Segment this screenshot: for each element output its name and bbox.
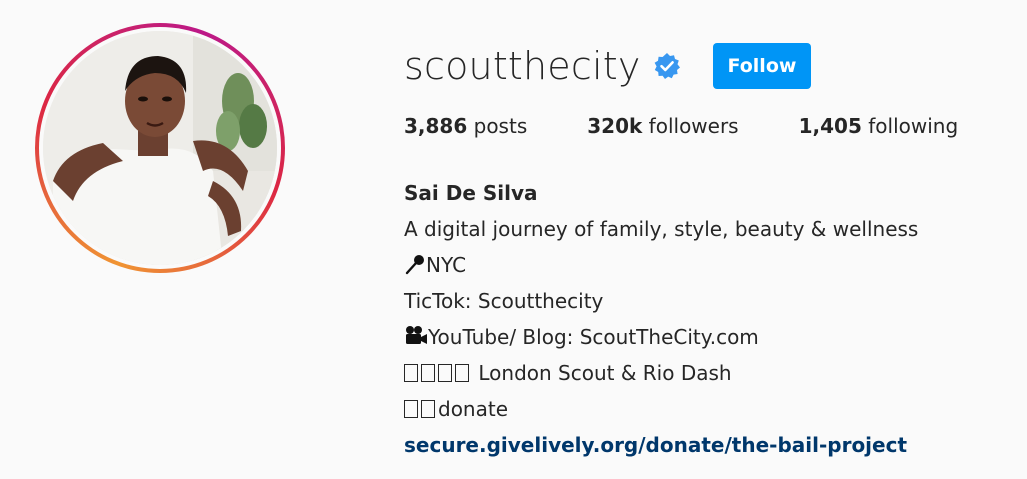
posts-count: 3,886 <box>404 114 468 138</box>
username-row: scoutthecity Follow <box>404 38 812 94</box>
username: scoutthecity <box>404 44 641 88</box>
full-name: Sai De Silva <box>404 181 538 205</box>
following-stat[interactable]: 1,405 following <box>799 114 959 138</box>
bio-link[interactable]: secure.givelively.org/donate/the-bail-pr… <box>404 433 907 457</box>
follow-button[interactable]: Follow <box>712 43 812 89</box>
posts-label: posts <box>473 114 528 138</box>
followers-stat[interactable]: 320k followers <box>587 114 738 138</box>
missing-glyph-icon <box>404 364 418 382</box>
bio-line-4: YouTube/ Blog: ScoutTheCity.com <box>404 319 918 355</box>
following-count: 1,405 <box>798 114 862 138</box>
missing-glyph-icon <box>421 400 435 418</box>
bio-line-1: A digital journey of family, style, beau… <box>404 217 919 241</box>
youtube-blog-text: YouTube/ Blog: ScoutTheCity.com <box>428 325 759 349</box>
profile-photo <box>43 31 277 265</box>
kids-text: London Scout & Rio Dash <box>478 361 732 385</box>
bio-line-6: donate <box>404 391 918 427</box>
verified-badge-icon <box>653 52 681 80</box>
story-ring[interactable] <box>35 23 285 273</box>
missing-glyph-icon <box>438 364 452 382</box>
movie-camera-icon <box>404 319 428 355</box>
following-label: following <box>868 114 959 138</box>
followers-count: 320k <box>587 114 643 138</box>
bio-line-7: secure.givelively.org/donate/the-bail-pr… <box>404 427 918 463</box>
profile-stats: 3,886 posts 320k followers 1,405 followi… <box>404 114 958 138</box>
missing-glyph-icon <box>421 364 435 382</box>
missing-glyph-icon <box>404 400 418 418</box>
location-text: NYC <box>426 253 467 277</box>
followers-label: followers <box>648 114 739 138</box>
bio: Sai De Silva A digital journey of family… <box>404 175 918 463</box>
bio-line-5: London Scout & Rio Dash <box>404 355 918 391</box>
bio-line-3: TicTok: Scoutthecity <box>404 289 604 313</box>
bio-line-2: NYC <box>404 247 918 283</box>
avatar[interactable] <box>43 31 277 265</box>
posts-stat[interactable]: 3,886 posts <box>404 114 527 138</box>
pushpin-icon <box>404 247 426 283</box>
missing-glyph-icon <box>455 364 469 382</box>
donate-text: donate <box>438 397 509 421</box>
